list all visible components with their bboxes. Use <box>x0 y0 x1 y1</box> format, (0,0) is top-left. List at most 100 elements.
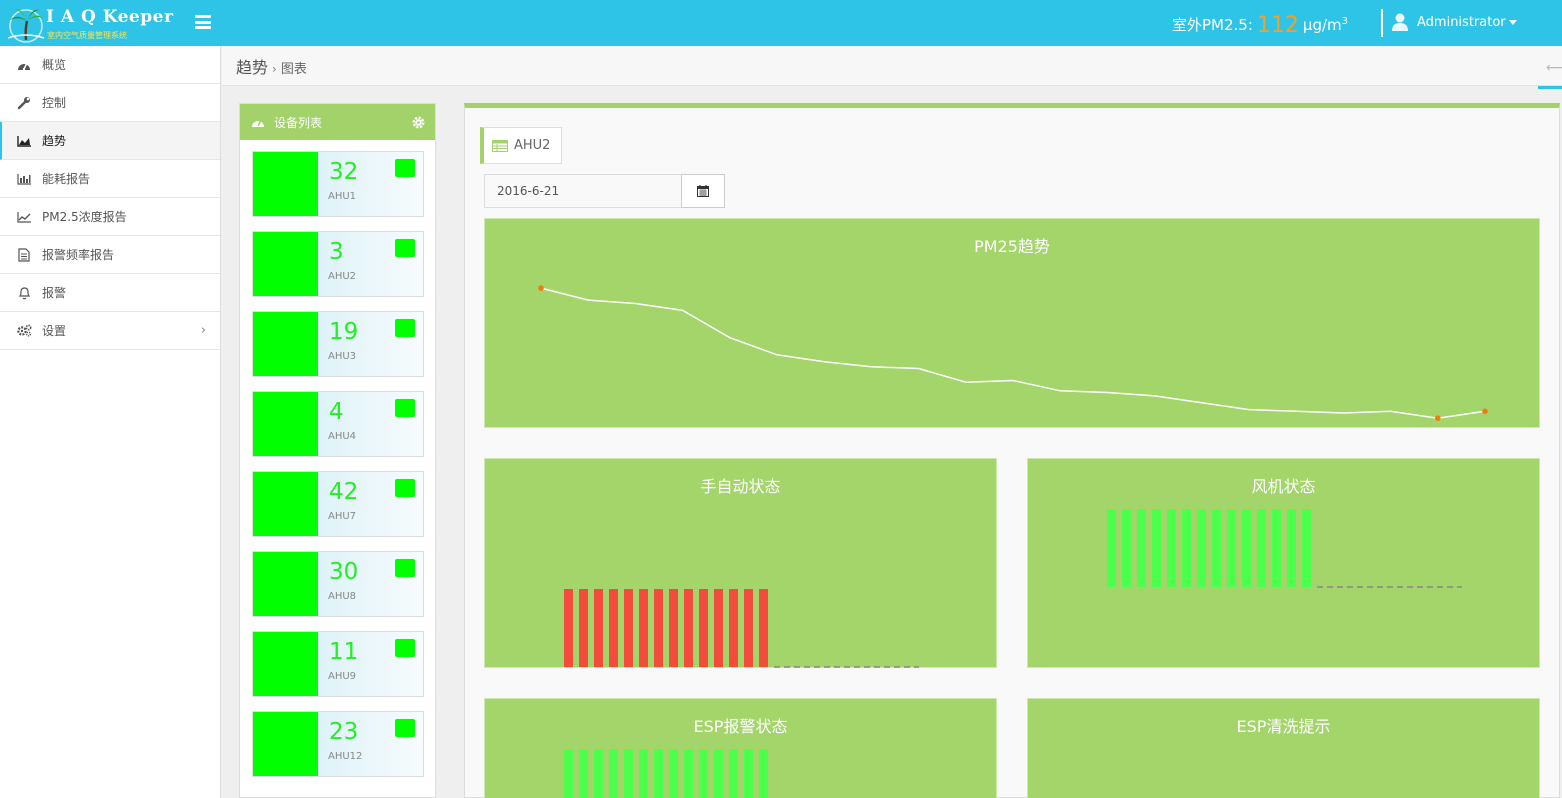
device-card[interactable]: 30 AHU8 <box>252 551 424 617</box>
bar <box>1227 509 1236 587</box>
bar <box>1182 509 1191 587</box>
device-status-badge <box>395 319 415 337</box>
sidebar-item-alarm[interactable]: 报警 <box>0 274 220 312</box>
bar <box>1167 509 1176 587</box>
device-list-title: 设备列表 <box>274 115 323 130</box>
data-point-marker <box>1435 415 1441 421</box>
device-status-badge <box>395 479 415 497</box>
collapse-indicator <box>1538 86 1562 89</box>
table-icon <box>492 139 508 152</box>
bar <box>1302 509 1311 587</box>
bar <box>609 589 618 667</box>
bar <box>699 589 708 667</box>
bar <box>1137 509 1146 587</box>
device-list-panel: 设备列表 32 AHU1 3 AHU2 19 AHU3 4 AHU4 42 AHU7 30 AHU8 1… <box>239 103 436 798</box>
device-value: 19 <box>329 319 359 345</box>
bar <box>1212 509 1221 587</box>
device-value: 23 <box>329 719 359 745</box>
app-subtitle: 室内空气质量管理系统 <box>47 31 127 40</box>
area-chart-icon <box>16 134 32 148</box>
bar <box>684 589 693 667</box>
bar <box>1272 509 1281 587</box>
dashboard-icon <box>252 119 264 127</box>
device-status-swatch <box>253 472 318 536</box>
arrow-left-icon: ⟵ <box>1546 60 1562 76</box>
chevron-right-icon: › <box>200 323 206 338</box>
tab-label: AHU2 <box>514 138 551 153</box>
device-status-badge <box>395 639 415 657</box>
pm-unit: μg/m <box>1302 16 1342 34</box>
bar <box>744 749 753 798</box>
breadcrumb-current-section[interactable]: 趋势 <box>236 54 268 78</box>
bar <box>624 589 633 667</box>
series-line <box>540 287 1486 419</box>
device-card[interactable]: 11 AHU9 <box>252 631 424 697</box>
menu-toggle-icon[interactable] <box>195 15 211 29</box>
line-chart-icon <box>16 210 32 224</box>
esp-alarm-status-chart: ESP报警状态 <box>484 698 997 798</box>
sidebar-item-label: 报警 <box>42 286 67 300</box>
sidebar-item-overview[interactable]: 概览 <box>0 46 220 84</box>
bar <box>1122 509 1131 587</box>
device-card[interactable]: 32 AHU1 <box>252 151 424 217</box>
device-status-swatch <box>253 712 318 776</box>
user-icon <box>1392 13 1408 31</box>
bar-chart-icon <box>16 172 32 186</box>
user-name: Administrator <box>1417 14 1506 30</box>
bar <box>1287 509 1296 587</box>
bar <box>699 749 708 798</box>
gear-icon[interactable] <box>412 116 425 129</box>
device-status-swatch <box>253 152 318 216</box>
device-name: AHU8 <box>328 591 357 602</box>
device-value: 32 <box>329 159 359 185</box>
bar <box>1107 509 1116 587</box>
pm-label: 室外PM2.5: <box>1172 16 1253 34</box>
palm-logo-icon <box>7 8 45 43</box>
bar <box>654 749 663 798</box>
collapse-panel-button[interactable]: ⟵ <box>1538 60 1562 89</box>
sidebar-item-energy-report[interactable]: 能耗报告 <box>0 160 220 198</box>
esp-cleaning-reminder-chart: ESP清洗提示 <box>1027 698 1540 798</box>
sidebar-item-trend[interactable]: 趋势 <box>0 122 220 160</box>
device-card[interactable]: 23 AHU12 <box>252 711 424 777</box>
sidebar-item-label: 报警频率报告 <box>42 248 115 262</box>
sidebar-item-settings[interactable]: 设置 › <box>0 312 220 350</box>
device-name: AHU7 <box>328 511 357 522</box>
tab-selected-device[interactable]: AHU2 <box>480 127 562 164</box>
bar <box>564 749 573 798</box>
user-menu[interactable]: Administrator <box>1392 13 1517 31</box>
sidebar-item-control[interactable]: 控制 <box>0 84 220 122</box>
date-field[interactable] <box>484 174 682 208</box>
bar <box>744 589 753 667</box>
bar <box>669 589 678 667</box>
header-divider <box>1381 9 1383 37</box>
device-name: AHU2 <box>328 271 357 282</box>
sidebar-item-label: 控制 <box>42 96 67 110</box>
device-status-swatch <box>253 392 318 456</box>
bar <box>564 589 573 667</box>
breadcrumb: 趋势 › 图表 ⟵ <box>222 46 1562 89</box>
bar <box>654 589 663 667</box>
bar <box>1257 509 1266 587</box>
bar <box>594 749 603 798</box>
device-card[interactable]: 4 AHU4 <box>252 391 424 457</box>
sidebar-item-pm25-report[interactable]: PM2.5浓度报告 <box>0 198 220 236</box>
device-card[interactable]: 19 AHU3 <box>252 311 424 377</box>
sidebar-item-label: 趋势 <box>42 134 67 148</box>
breadcrumb-page: 图表 <box>280 62 307 77</box>
document-icon <box>16 247 32 262</box>
pm-value: 112 <box>1256 13 1299 38</box>
calendar-icon <box>697 185 709 197</box>
device-status-badge <box>395 399 415 417</box>
sidebar-item-alarm-frequency-report[interactable]: 报警频率报告 <box>0 236 220 274</box>
bar <box>729 749 738 798</box>
calendar-button[interactable] <box>681 174 725 208</box>
bell-icon <box>16 286 32 300</box>
device-value: 3 <box>329 239 344 265</box>
device-card[interactable]: 3 AHU2 <box>252 231 424 297</box>
bar <box>609 749 618 798</box>
breadcrumb-separator: › <box>272 62 277 76</box>
outdoor-pm-readout: 室外PM2.5: 112 μg/m3 <box>1172 13 1348 38</box>
bar <box>1197 509 1206 587</box>
device-card[interactable]: 42 AHU7 <box>252 471 424 537</box>
